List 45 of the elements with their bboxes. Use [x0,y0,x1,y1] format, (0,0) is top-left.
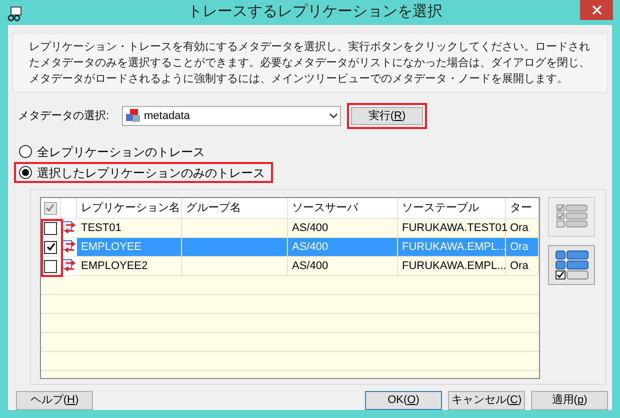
close-icon [592,5,602,15]
column-header[interactable]: レプリケーション名 [77,198,182,218]
replication-icon [62,259,76,273]
table-cell-text: EMPLOYEE2 [81,258,148,274]
description-text: レプリケーション・トレースを有効にするメタデータを選択し、実行ボタンをクリックしてください。ロードされたメタデータのみを選択することができます。必要なメタデータがリストになかった場合は、ダイアログを閉じ、メタデータがロードされるように強制するには、メインツリービューでのメタデータ・ノードを展開します。 [29,40,591,87]
cubes-icon [125,109,141,123]
dialog-button[interactable]: OK(O) [365,391,442,410]
table-cell-text: Ora [510,220,528,236]
execute-button[interactable]: 実行(R) [351,107,423,125]
table-row[interactable]: EMPLOYEE2 AS/400 FURUKAWA.EMPL... Ora [41,257,539,276]
table-cell-text: AS/400 [292,220,328,236]
help-button[interactable]: ヘルプ(H) [16,391,93,410]
dialog-button[interactable]: 適用(p) [531,391,608,410]
replication-icon [62,221,76,235]
glasses-icon [7,6,23,22]
table-cell-text: AS/400 [292,258,328,274]
table-cell-text: EMPLOYEE [81,240,142,255]
column-header[interactable]: グループ名 [182,198,288,218]
radio-option[interactable]: 選択したレプリケーションのみのトレース [14,162,273,183]
checkbox[interactable] [44,222,58,234]
replication-icon [62,240,76,254]
dropdown-value: metadata [144,108,191,124]
table-cell-text: Ora [510,240,528,255]
checkbox[interactable] [44,240,58,254]
window-title: トレースするレプリケーションを選択 [186,2,442,22]
chevron-down-icon [329,113,338,119]
dialog-button[interactable]: キャンセル(C) [448,391,525,410]
close-button[interactable] [580,0,613,20]
table-cell-text: TEST01 [81,220,122,236]
table-cell-text: AS/400 [292,240,328,255]
table-cell-text: FURUKAWA.TEST01 [402,220,508,236]
select-items-button[interactable] [548,245,595,285]
column-header[interactable]: ソースサーバ [288,198,398,218]
radio-option[interactable]: 全レプリケーションのトレース [14,141,213,162]
table-row[interactable]: TEST01 AS/400 FURUKAWA.TEST01 Ora [41,219,539,238]
column-header[interactable]: ソーステーブル [398,198,506,218]
list-select-icon [554,250,588,280]
metadata-dropdown[interactable]: metadata [122,106,341,126]
metadata-label: メタデータの選択: [17,108,110,124]
column-header[interactable]: ター [506,198,539,218]
checklist-icon [556,204,588,230]
table-cell-text: Ora [510,258,528,274]
check-items-button[interactable] [548,197,595,237]
checkbox[interactable] [44,260,58,272]
table-cell-text: FURUKAWA.EMPL... [402,258,506,274]
